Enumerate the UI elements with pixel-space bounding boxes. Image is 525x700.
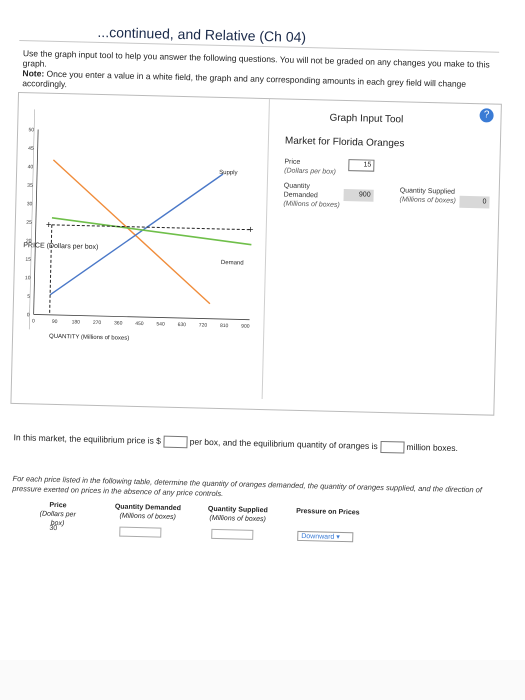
- equilibrium-marker[interactable]: +: [248, 225, 254, 236]
- quantity-supplied-label: Quantity Supplied (Millions of boxes): [399, 186, 456, 205]
- col-qd-unit: (Millions of boxes): [119, 512, 176, 521]
- qd-label-line2: Demanded: [283, 191, 318, 200]
- qs-label: Quantity Supplied: [399, 187, 456, 196]
- x-tick-label: 630: [178, 322, 187, 328]
- price-unit: (Dollars per box): [284, 167, 337, 176]
- equilibrium-price-input[interactable]: [163, 435, 188, 449]
- chevron-down-icon: ▾: [336, 533, 340, 541]
- eq-text-2: per box, and the equilibrium quantity of…: [189, 436, 378, 452]
- quantity-dashed-line: [51, 224, 250, 231]
- table-instructions: For each price listed in the following t…: [12, 473, 483, 499]
- y-tick-label: 15: [25, 257, 31, 263]
- x-tick-label: 900: [241, 323, 250, 329]
- x-tick-label: 180: [72, 319, 81, 325]
- qd-input[interactable]: [119, 526, 162, 538]
- col-qs-label: Quantity Supplied: [207, 505, 268, 515]
- y-tick-label: 45: [28, 146, 34, 152]
- help-icon[interactable]: ?: [479, 108, 494, 123]
- x-tick-label: 810: [220, 323, 229, 329]
- col-quantity-demanded: Quantity Demanded (Millions of boxes): [108, 502, 188, 522]
- col-price-unit: (Dollars per box): [39, 510, 76, 528]
- eq-text-3: million boxes.: [406, 441, 459, 454]
- x-tick-label: 270: [93, 320, 102, 326]
- demand-curve-orange[interactable]: [50, 159, 213, 305]
- y-axis: [33, 129, 39, 315]
- y-tick-label: 20: [26, 238, 32, 244]
- qd-label-line1: Quantity: [283, 182, 310, 191]
- eq-text-1: In this market, the equilibrium price is…: [13, 432, 162, 446]
- y-tick-label: 50: [28, 127, 34, 133]
- equilibrium-quantity-input[interactable]: [379, 440, 405, 454]
- note-label: Note:: [22, 68, 45, 79]
- assignment-page: ...continued, and Relative (Ch 04) Use t…: [4, 12, 510, 684]
- pressure-dropdown[interactable]: Downward ▾: [297, 530, 354, 543]
- demand-label: Demand: [221, 260, 244, 267]
- y-tick-label: 10: [25, 275, 31, 281]
- quantity-supplied-value: 0: [459, 195, 490, 209]
- blank-bottom-area: [0, 660, 525, 700]
- price-marker[interactable]: +: [46, 220, 52, 231]
- x-tick-label: 90: [52, 319, 58, 325]
- screenshot-stage: ...continued, and Relative (Ch 04) Use t…: [0, 0, 525, 700]
- x-tick-label: 450: [135, 321, 144, 327]
- price-input[interactable]: 15: [348, 159, 375, 172]
- x-tick-label: 540: [156, 321, 165, 327]
- supply-label: Supply: [219, 170, 238, 176]
- x-axis: [33, 314, 250, 321]
- col-qs-unit: (Millions of boxes): [209, 514, 266, 524]
- col-price: Price (Dollars per box): [37, 501, 78, 529]
- quantity-demanded-value: 900: [343, 188, 374, 202]
- x-axis-label: QUANTITY (Millions of boxes): [49, 334, 129, 342]
- price-label: Price: [284, 158, 301, 166]
- page-title: ...continued, and Relative (Ch 04): [97, 23, 307, 45]
- supply-curve[interactable]: [49, 170, 224, 299]
- table-cell-price: 30: [49, 524, 58, 533]
- demand-curve[interactable]: [51, 217, 252, 246]
- equilibrium-question: In this market, the equilibrium price is…: [13, 432, 503, 456]
- y-tick-label: 25: [26, 220, 32, 226]
- x-tick-label: 360: [114, 320, 123, 326]
- qd-unit: (Millions of boxes): [283, 200, 340, 209]
- x-tick-label: 0: [32, 318, 35, 324]
- y-tick-label: 0: [27, 312, 30, 318]
- y-tick-label: 30: [27, 201, 33, 207]
- y-tick-label: 40: [28, 164, 34, 170]
- y-axis-label: PRICE (Dollars per box): [23, 242, 98, 251]
- col-price-label: Price: [49, 501, 67, 510]
- quantity-demanded-label: Quantity Demanded (Millions of boxes): [283, 181, 340, 209]
- x-tick-labels: 0 90 180 270 360 450 540 630 720 810 900: [32, 318, 250, 329]
- graph-panel: PRICE (Dollars per box) 0 5 10 15 20 25 30 35 40…: [10, 91, 502, 416]
- qs-input[interactable]: [211, 528, 254, 540]
- price-field-label: Price (Dollars per box): [284, 158, 336, 177]
- graph-input-tool-title: Graph Input Tool: [329, 112, 404, 126]
- col-pressure-on-prices: Pressure on Prices: [296, 507, 360, 517]
- x-tick-label: 720: [199, 322, 208, 328]
- price-dashed-line: [49, 224, 53, 315]
- col-quantity-supplied: Quantity Supplied (Millions of boxes): [198, 504, 278, 524]
- market-title: Market for Florida Oranges: [284, 135, 405, 150]
- y-tick-labels: 0 5 10 15 20 25 30 35 40 45 50: [25, 127, 35, 318]
- page-header: ...continued, and Relative (Ch 04): [19, 12, 500, 53]
- supply-demand-graph[interactable]: PRICE (Dollars per box) 0 5 10 15 20 25 30 35 40…: [19, 99, 267, 345]
- graph-input-tool: ? Graph Input Tool Market for Florida Or…: [261, 99, 500, 405]
- y-tick-label: 5: [27, 294, 30, 300]
- qs-unit: (Millions of boxes): [399, 196, 457, 205]
- col-qd-label: Quantity Demanded: [114, 503, 182, 513]
- y-tick-label: 35: [27, 183, 33, 189]
- pressure-dropdown-value: Downward: [301, 533, 335, 541]
